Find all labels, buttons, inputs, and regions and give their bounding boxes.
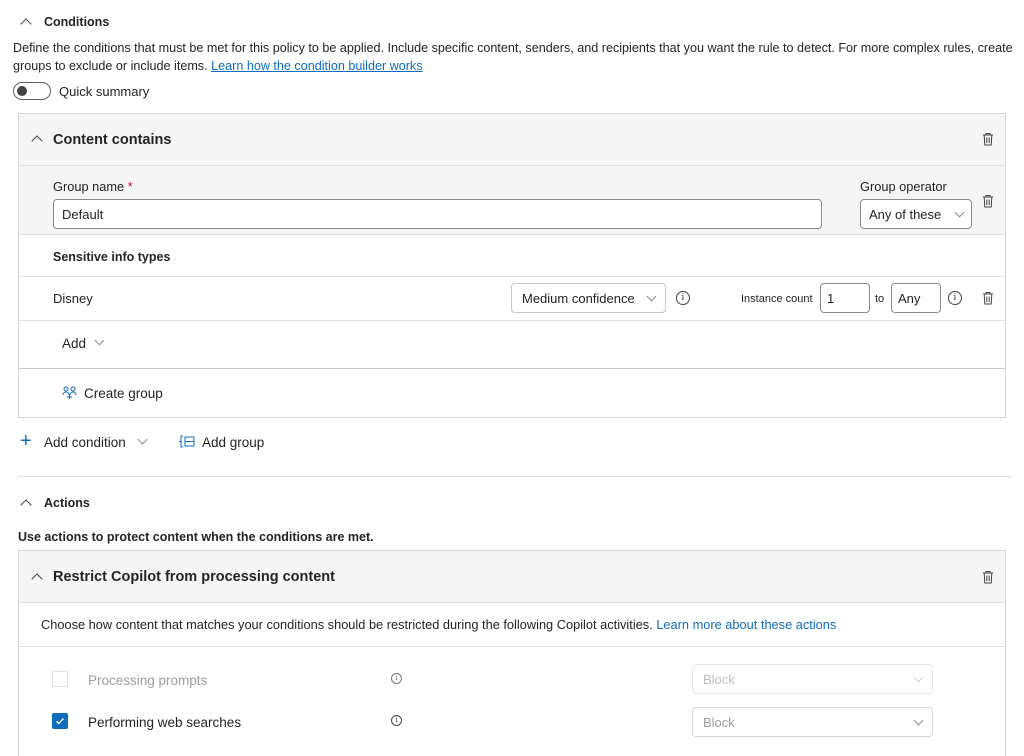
divider bbox=[19, 276, 1005, 277]
add-condition-button[interactable]: + Add condition bbox=[20, 430, 155, 452]
chevron-down-icon bbox=[646, 291, 657, 301]
group-name-label: Group name * bbox=[53, 179, 133, 194]
web-searches-action-value: Block bbox=[703, 714, 735, 730]
conditions-description: Define the conditions that must be met f… bbox=[13, 39, 1018, 75]
toggle-knob bbox=[17, 86, 27, 96]
chevron-up-icon[interactable] bbox=[31, 573, 43, 585]
chevron-up-icon bbox=[20, 18, 32, 30]
confidence-select[interactable]: Medium confidence bbox=[511, 283, 666, 313]
chevron-down-icon bbox=[954, 207, 965, 217]
divider bbox=[19, 646, 1005, 647]
learn-condition-builder-link[interactable]: Learn how the condition builder works bbox=[211, 59, 422, 73]
restrict-copilot-header: Restrict Copilot from processing content bbox=[19, 551, 1005, 603]
restrict-copilot-description: Choose how content that matches your con… bbox=[41, 617, 836, 632]
info-icon[interactable]: i bbox=[676, 291, 690, 305]
chevron-down-icon bbox=[913, 672, 924, 682]
group-name-value: Default bbox=[62, 206, 104, 222]
to-label: to bbox=[875, 293, 885, 305]
group-operator-select[interactable]: Any of these bbox=[860, 199, 972, 229]
content-contains-card: Content contains Group name * Default Gr… bbox=[18, 113, 1006, 418]
delete-group-icon[interactable] bbox=[982, 194, 994, 208]
confidence-value: Medium confidence bbox=[522, 290, 635, 306]
section-divider bbox=[18, 476, 1012, 477]
conditions-collapse-toggle[interactable]: Conditions bbox=[20, 15, 122, 31]
instance-min-value: 1 bbox=[827, 290, 835, 306]
delete-icon[interactable] bbox=[982, 132, 994, 146]
add-group-icon bbox=[179, 435, 195, 448]
group-operator-value: Any of these bbox=[869, 206, 942, 222]
add-group-label: Add group bbox=[202, 435, 265, 450]
actions-collapse-toggle[interactable]: Actions bbox=[20, 496, 122, 512]
info-icon[interactable]: i bbox=[391, 673, 402, 684]
divider bbox=[19, 368, 1005, 369]
delete-sit-icon[interactable] bbox=[982, 291, 994, 305]
instance-min-input[interactable]: 1 bbox=[820, 283, 870, 313]
instance-count-label: Instance count bbox=[741, 293, 813, 305]
create-group-button[interactable]: Create group bbox=[62, 384, 202, 402]
group-operator-label: Group operator bbox=[860, 179, 947, 194]
quick-summary-toggle[interactable] bbox=[13, 82, 51, 100]
chevron-up-icon bbox=[20, 499, 32, 511]
create-group-label: Create group bbox=[84, 386, 163, 401]
quick-summary-label: Quick summary bbox=[59, 84, 150, 99]
instance-max-value: Any bbox=[898, 290, 921, 306]
web-searches-label: Performing web searches bbox=[88, 715, 242, 730]
web-searches-checkbox[interactable] bbox=[52, 713, 68, 729]
learn-actions-link[interactable]: Learn more about these actions bbox=[656, 617, 836, 632]
instance-max-input[interactable]: Any bbox=[891, 283, 941, 313]
info-icon[interactable]: i bbox=[391, 715, 402, 726]
add-label: Add bbox=[62, 336, 87, 351]
conditions-description-text: Define the conditions that must be met f… bbox=[13, 41, 1013, 73]
add-sit-button[interactable]: Add bbox=[62, 334, 122, 352]
group-name-label-text: Group name bbox=[53, 179, 125, 194]
sensitive-info-types-header: Sensitive info types bbox=[53, 250, 171, 264]
chevron-down-icon bbox=[913, 715, 924, 725]
checkmark-icon bbox=[56, 718, 65, 725]
chevron-down-icon bbox=[94, 335, 105, 346]
processing-prompts-label: Processing prompts bbox=[88, 673, 208, 688]
processing-prompts-action-value: Block bbox=[703, 671, 735, 687]
processing-prompts-action-select[interactable]: Block bbox=[692, 664, 933, 694]
restrict-copilot-description-text: Choose how content that matches your con… bbox=[41, 617, 653, 632]
add-condition-label: Add condition bbox=[44, 435, 126, 450]
conditions-title: Conditions bbox=[44, 15, 110, 29]
web-searches-action-select[interactable]: Block bbox=[692, 707, 933, 737]
actions-title: Actions bbox=[44, 496, 90, 510]
chevron-down-icon bbox=[137, 434, 148, 445]
divider bbox=[19, 320, 1005, 321]
restrict-copilot-card: Restrict Copilot from processing content… bbox=[18, 550, 1006, 756]
restrict-copilot-title: Restrict Copilot from processing content bbox=[53, 569, 335, 585]
content-contains-header: Content contains bbox=[19, 114, 1005, 166]
required-mark: * bbox=[127, 179, 133, 194]
info-icon[interactable]: i bbox=[948, 291, 962, 305]
delete-icon[interactable] bbox=[982, 570, 994, 584]
content-contains-title: Content contains bbox=[53, 132, 172, 148]
group-name-input[interactable]: Default bbox=[53, 199, 822, 229]
add-group-button[interactable]: Add group bbox=[179, 433, 274, 451]
processing-prompts-checkbox[interactable] bbox=[52, 671, 68, 687]
actions-description: Use actions to protect content when the … bbox=[18, 530, 374, 544]
group-row: Group name * Default Group operator Any … bbox=[19, 166, 1005, 235]
chevron-up-icon[interactable] bbox=[31, 135, 43, 147]
sit-name: Disney bbox=[53, 291, 93, 306]
create-group-icon bbox=[62, 386, 77, 399]
plus-icon: + bbox=[20, 430, 32, 452]
